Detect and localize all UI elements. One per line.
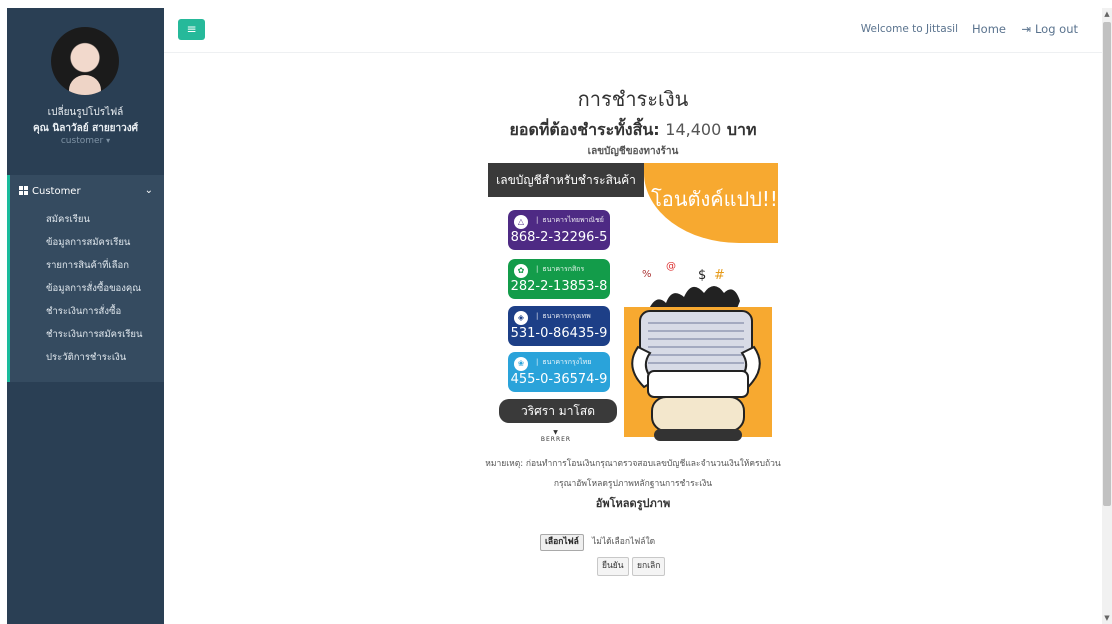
sidebar-item-pay-registration[interactable]: ชำระเงินการสมัครเรียน bbox=[46, 327, 164, 343]
user-name: คุณ นิลาวัลย์ สายยาวงศ์ bbox=[32, 123, 138, 134]
logout-link[interactable]: ⇥ Log out bbox=[1021, 22, 1078, 36]
account-heading: เลขบัญชีของทางร้าน bbox=[587, 146, 679, 157]
total-unit: บาท bbox=[726, 120, 757, 139]
svg-text:@: @ bbox=[666, 261, 676, 272]
scroll-up-arrow-icon[interactable]: ▲ bbox=[1103, 8, 1111, 20]
bank-card-kbank: ✿ ธนาคารกสิกร 282-2-13853-8 bbox=[508, 259, 610, 299]
bank-accounts-image: เลขบัญชีสำหรับชำระสินค้า โอนตังค์แปป!! △… bbox=[488, 163, 778, 453]
sidebar-item-registration-info[interactable]: ข้อมูลการสมัครเรียน bbox=[46, 235, 164, 251]
grid-icon bbox=[19, 186, 28, 195]
menu-toggle-button[interactable]: ≡ bbox=[178, 19, 205, 40]
window-top-margin bbox=[0, 0, 1112, 8]
user-role-label: customer bbox=[60, 136, 104, 146]
no-file-selected-text: ไม่ได้เลือกไฟล์ใด bbox=[591, 537, 656, 547]
bank-name: ธนาคารกรุงไทย bbox=[536, 357, 591, 368]
sidebar-item-order-info[interactable]: ข้อมูลการสั่งซื้อของคุณ bbox=[46, 281, 164, 297]
logout-label: Log out bbox=[1034, 22, 1078, 36]
bank-name: ธนาคารกรุงเทพ bbox=[536, 311, 590, 322]
bank-account-number: 455-0-36574-9 bbox=[510, 372, 608, 387]
bank-name: ธนาคารกสิกร bbox=[536, 264, 584, 275]
sign-out-icon: ⇥ bbox=[1021, 22, 1031, 36]
top-navbar: ≡ Welcome to Jittasil Home ⇥ Log out bbox=[164, 8, 1102, 53]
total-amount: ยอดที่ต้องชำระทั้งสิ้น: 14,400 บาท bbox=[164, 118, 1102, 143]
upload-heading: อัพโหลดรูปภาพ bbox=[595, 497, 671, 510]
file-input: เลือกไฟล์ ไม่ได้เลือกไฟล์ใด bbox=[540, 529, 656, 551]
customer-menu: Customer ⌄ สมัครเรียน ข้อมูลการสมัครเรีย… bbox=[7, 175, 164, 382]
sidebar-item-payment-history[interactable]: ประวัติการชำระเงิน bbox=[46, 350, 164, 366]
home-link[interactable]: Home bbox=[972, 22, 1006, 36]
sidebar-item-register[interactable]: สมัครเรียน bbox=[46, 212, 164, 228]
bbl-logo-icon: ◈ bbox=[514, 311, 528, 325]
bank-account-number: 282-2-13853-8 bbox=[510, 279, 608, 294]
bank-card-bbl: ◈ ธนาคารกรุงเทพ 531-0-86435-9 bbox=[508, 306, 610, 346]
svg-text:#: # bbox=[714, 268, 725, 283]
welcome-text: Welcome to Jittasil bbox=[860, 23, 958, 35]
user-role-dropdown[interactable]: customer ▾ bbox=[7, 136, 164, 146]
confirm-button[interactable]: ยืนยัน bbox=[597, 557, 629, 576]
cancel-button[interactable]: ยกเลิก bbox=[632, 557, 666, 576]
total-label: ยอดที่ต้องชำระทั้งสิ้น: bbox=[509, 120, 660, 139]
svg-text:%: % bbox=[642, 269, 652, 280]
scroll-down-arrow-icon[interactable]: ▼ bbox=[1103, 612, 1111, 624]
caret-down-icon: ▾ bbox=[106, 136, 111, 145]
sidebar-item-selected-products[interactable]: รายการสินค้าที่เลือก bbox=[46, 258, 164, 274]
kbank-logo-icon: ✿ bbox=[514, 264, 528, 278]
brand-logo: ▼ BERRER bbox=[540, 429, 572, 443]
upload-instruction: กรุณาอัพโหลดรูปภาพหลักฐานการชำระเงิน bbox=[553, 479, 713, 489]
scrollbar-thumb[interactable] bbox=[1103, 22, 1111, 506]
ktb-logo-icon: ❀ bbox=[514, 357, 528, 371]
page-title: การชำระเงิน bbox=[577, 87, 689, 111]
bank-name: ธนาคารไทยพาณิชย์ bbox=[536, 215, 604, 226]
menu-header-label: Customer bbox=[32, 186, 81, 197]
hamburger-icon: ≡ bbox=[186, 22, 197, 36]
svg-text:$: $ bbox=[698, 268, 706, 283]
sidebar: เปลี่ยนรูปโปรไฟล์ คุณ นิลาวัลย์ สายยาวงศ… bbox=[7, 8, 164, 624]
bank-account-number: 868-2-32296-5 bbox=[510, 230, 608, 245]
account-holder-name: วริศรา มาโสด bbox=[499, 399, 617, 423]
page-scrollbar[interactable]: ▲ ▼ bbox=[1102, 8, 1112, 624]
change-photo-link[interactable]: เปลี่ยนรูปโปรไฟล์ bbox=[7, 105, 164, 120]
scb-logo-icon: △ bbox=[514, 215, 528, 229]
promo-text: โอนตังค์แปป!! bbox=[651, 187, 778, 211]
character-illustration: % @ $ # bbox=[624, 261, 772, 441]
bank-image-header: เลขบัญชีสำหรับชำระสินค้า bbox=[488, 163, 644, 197]
bank-card-scb: △ ธนาคารไทยพาณิชย์ 868-2-32296-5 bbox=[508, 210, 610, 250]
menu-header-customer[interactable]: Customer ⌄ bbox=[19, 185, 159, 200]
choose-file-button[interactable]: เลือกไฟล์ bbox=[540, 534, 584, 551]
sidebar-item-pay-order[interactable]: ชำระเงินการสั่งซื้อ bbox=[46, 304, 164, 320]
total-value: 14,400 bbox=[665, 120, 722, 139]
avatar[interactable] bbox=[51, 27, 119, 95]
bank-account-number: 531-0-86435-9 bbox=[510, 326, 608, 341]
payment-note: หมายเหตุ: ก่อนทำการโอนเงินกรุณาตรวจสอบเล… bbox=[485, 459, 781, 469]
profile-panel: เปลี่ยนรูปโปรไฟล์ คุณ นิลาวัลย์ สายยาวงศ… bbox=[7, 8, 164, 163]
chevron-down-icon: ⌄ bbox=[144, 185, 153, 196]
bank-card-ktb: ❀ ธนาคารกรุงไทย 455-0-36574-9 bbox=[508, 352, 610, 392]
